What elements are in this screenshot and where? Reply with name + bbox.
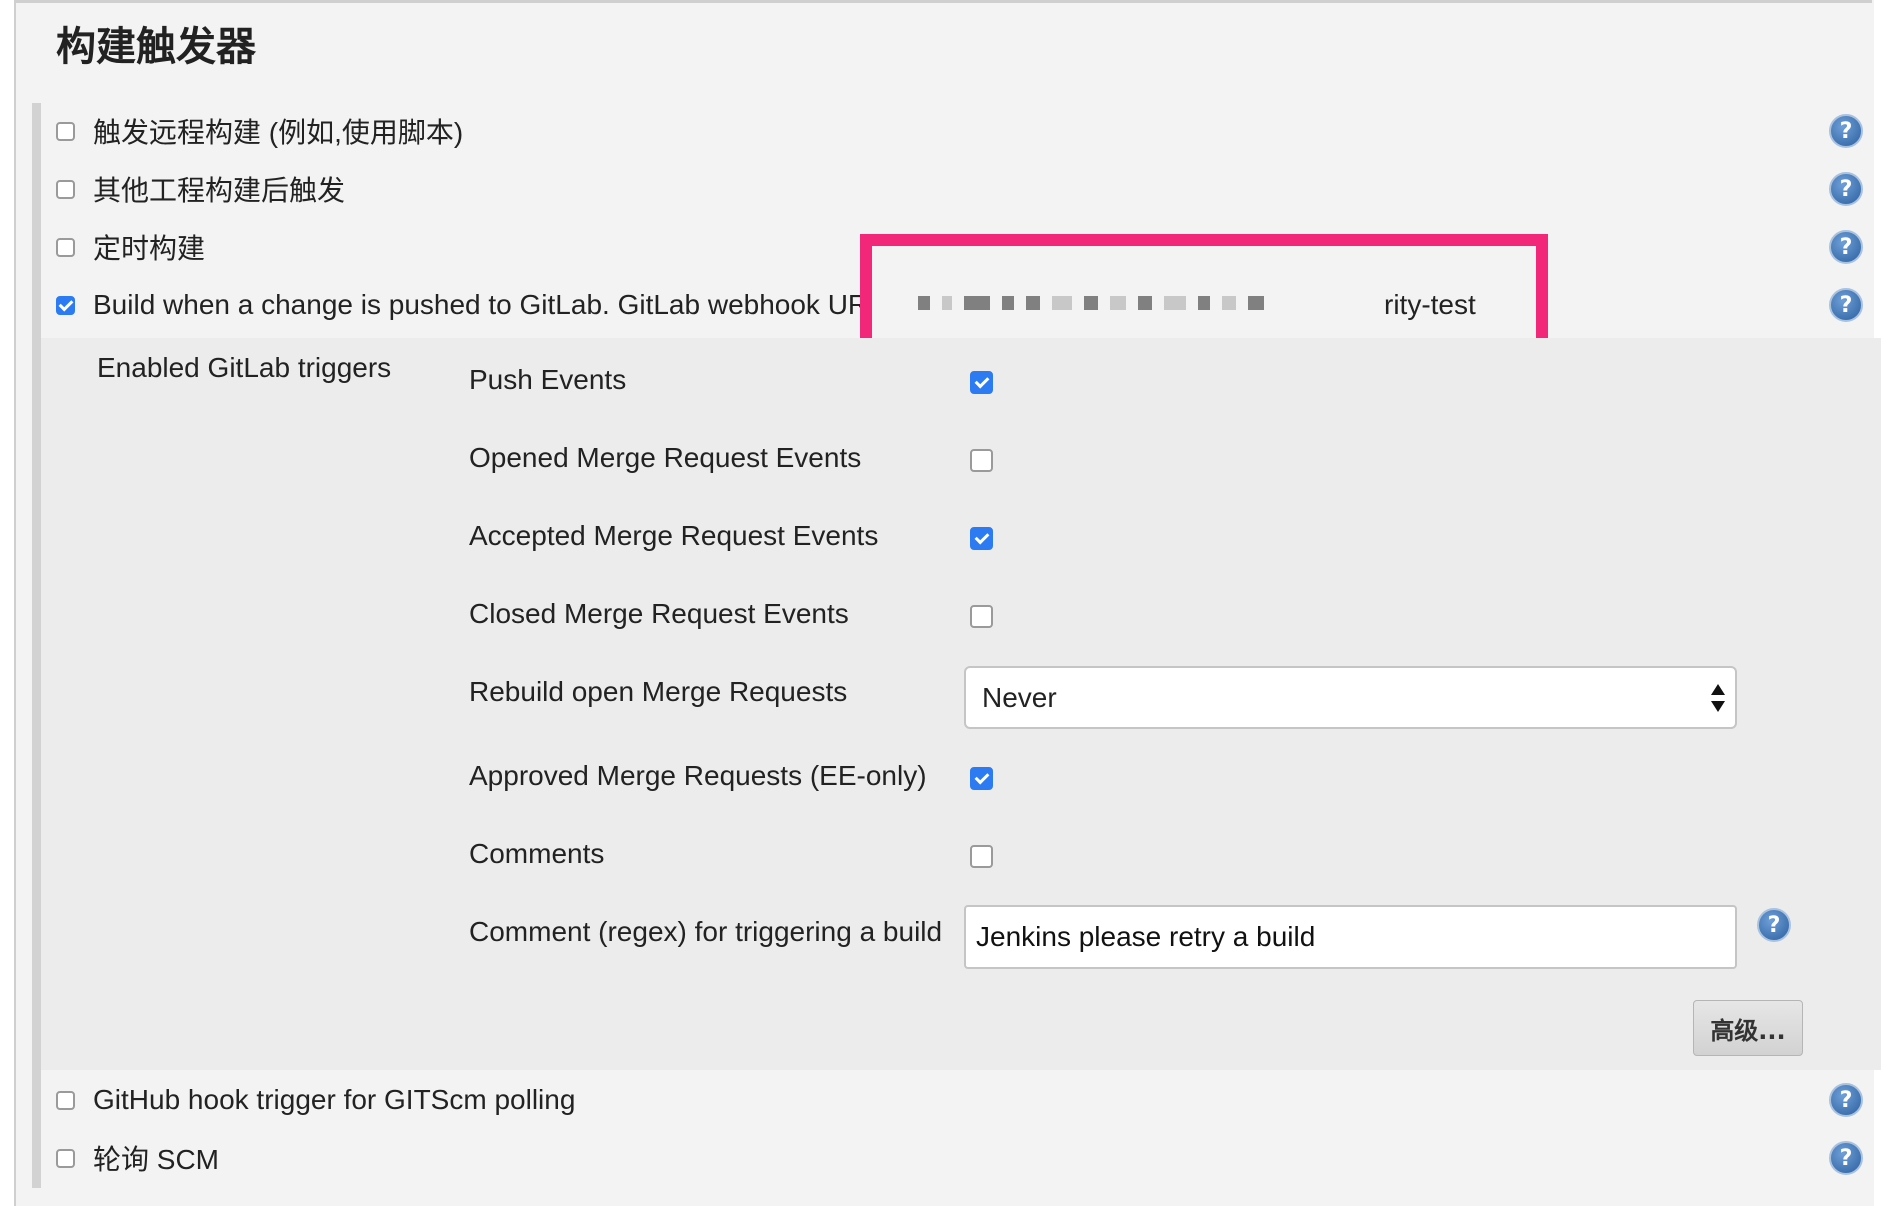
help-icon[interactable]: ? [1829, 172, 1863, 206]
trigger-github-hook-label: GitHub hook trigger for GITScm polling [93, 1084, 576, 1115]
trigger-remote-build-checkbox[interactable] [56, 121, 75, 141]
trigger-poll-scm[interactable]: 轮询 SCM [56, 1138, 219, 1178]
help-icon[interactable]: ? [1829, 288, 1863, 322]
rebuild-open-mr-label: Rebuild open Merge Requests [469, 676, 848, 707]
push-events-label: Push Events [469, 364, 627, 395]
section-indent-bar [32, 103, 41, 1188]
trigger-after-other-projects-label: 其他工程构建后触发 [93, 175, 346, 206]
opened-mr-events-label: Opened Merge Request Events [469, 442, 862, 473]
trigger-remote-build[interactable]: 触发远程构建 (例如,使用脚本) [56, 111, 463, 151]
approved-mr-label: Approved Merge Requests (EE-only) [469, 760, 927, 791]
accepted-mr-events-checkbox[interactable] [970, 527, 993, 550]
top-divider [16, 0, 1872, 3]
comments-label: Comments [469, 838, 605, 869]
trigger-gitlab-push[interactable]: Build when a change is pushed to GitLab.… [56, 285, 868, 325]
trigger-periodic-build[interactable]: 定时构建 [56, 227, 205, 267]
help-icon[interactable]: ? [1757, 908, 1791, 942]
section-title: 构建触发器 [56, 24, 256, 70]
help-icon[interactable]: ? [1829, 1083, 1863, 1117]
trigger-poll-scm-checkbox[interactable] [56, 1148, 75, 1168]
trigger-after-other-projects-checkbox[interactable] [56, 179, 75, 199]
approved-mr-checkbox[interactable] [970, 767, 993, 790]
closed-mr-events-label: Closed Merge Request Events [469, 598, 849, 629]
push-events-checkbox[interactable] [970, 371, 993, 394]
left-border [0, 0, 16, 1206]
opened-mr-events-checkbox[interactable] [970, 449, 993, 472]
trigger-github-hook[interactable]: GitHub hook trigger for GITScm polling [56, 1080, 575, 1120]
gitlab-triggers-heading: Enabled GitLab triggers [97, 352, 392, 383]
help-icon[interactable]: ? [1829, 1141, 1863, 1175]
advanced-button[interactable]: 高级... [1693, 1000, 1803, 1056]
trigger-poll-scm-label: 轮询 SCM [93, 1144, 220, 1175]
accepted-mr-events-label: Accepted Merge Request Events [469, 520, 879, 551]
trigger-after-other-projects[interactable]: 其他工程构建后触发 [56, 169, 345, 209]
comment-regex-input[interactable] [964, 905, 1737, 969]
trigger-gitlab-push-checkbox[interactable] [56, 295, 75, 315]
trigger-gitlab-push-label: Build when a change is pushed to GitLab.… [93, 289, 869, 320]
trigger-periodic-build-label: 定时构建 [93, 233, 206, 264]
comment-regex-label: Comment (regex) for triggering a build [469, 916, 943, 947]
comments-checkbox[interactable] [970, 845, 993, 868]
highlight-box [860, 234, 1548, 354]
rebuild-open-mr-value: Never [982, 681, 1057, 713]
trigger-periodic-build-checkbox[interactable] [56, 237, 75, 257]
closed-mr-events-checkbox[interactable] [970, 605, 993, 628]
trigger-remote-build-label: 触发远程构建 (例如,使用脚本) [93, 117, 464, 148]
trigger-github-hook-checkbox[interactable] [56, 1090, 75, 1110]
help-icon[interactable]: ? [1829, 114, 1863, 148]
help-icon[interactable]: ? [1829, 230, 1863, 264]
rebuild-open-mr-select[interactable]: Never [964, 666, 1737, 729]
select-arrows-icon [1711, 680, 1725, 716]
